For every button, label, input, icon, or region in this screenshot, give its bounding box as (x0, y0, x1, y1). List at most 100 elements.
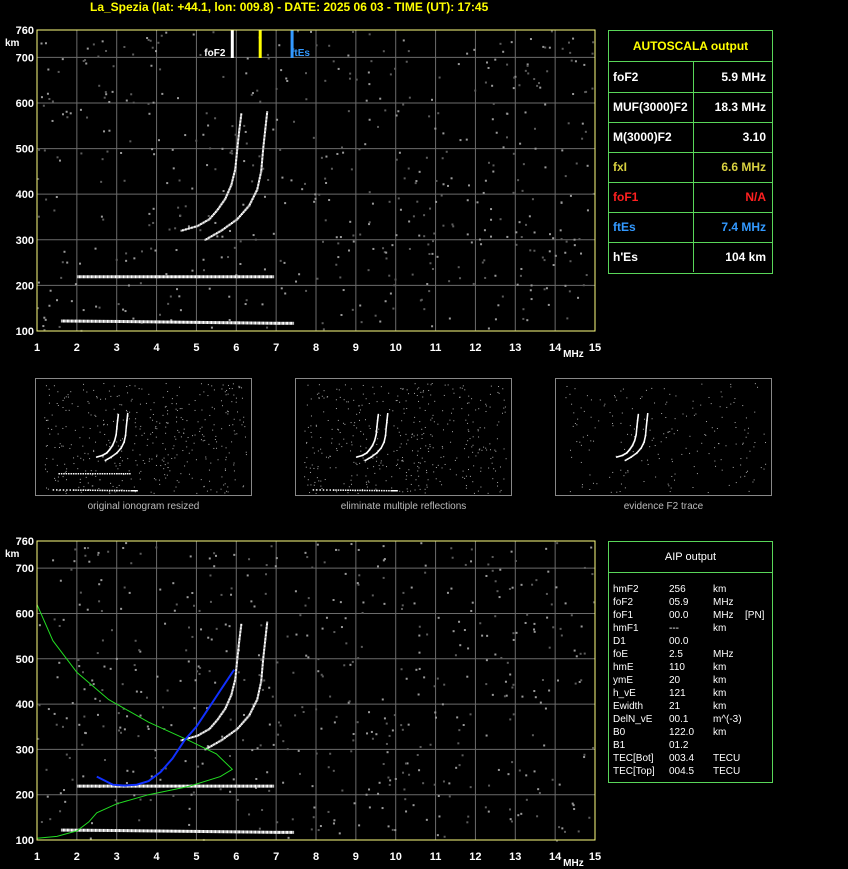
thumb-noise-dot (435, 467, 437, 469)
thumb-noise-dot (453, 392, 455, 394)
thumb-noise-dot (106, 424, 108, 426)
thumb-noise-dot (720, 391, 722, 393)
bot-trace-point (244, 784, 247, 788)
bot-noise-dot (140, 690, 143, 693)
bot-trace-point (278, 830, 281, 834)
thumb-noise-dot (590, 416, 592, 418)
bot-trace-point (264, 636, 267, 639)
thumb-trace-point (77, 473, 80, 475)
thumb-noise-dot (465, 419, 467, 421)
thumb-noise-dot (667, 483, 669, 485)
bot-noise-dot (385, 742, 388, 745)
thumb-noise-dot (156, 428, 158, 430)
thumb-noise-dot (108, 491, 110, 493)
bot-trace-point (237, 650, 240, 653)
thumb-noise-dot (202, 440, 204, 442)
thumb-noise-dot (62, 427, 64, 429)
bot-trace-point (62, 828, 65, 832)
bot-trace-point (88, 784, 91, 788)
bot-noise-dot (295, 633, 298, 636)
thumb-noise-dot (55, 479, 57, 481)
thumb-noise-dot (204, 419, 206, 421)
thumb-noise-dot (387, 453, 389, 455)
thumb-noise-dot (424, 409, 426, 411)
thumb-noise-dot (186, 420, 188, 422)
thumb-noise-dot (321, 487, 323, 489)
thumb-noise-dot (128, 418, 130, 420)
thumb-noise-dot (733, 401, 735, 403)
bot-trace-point (236, 657, 239, 660)
bot-noise-dot (387, 776, 390, 779)
thumb-noise-dot (62, 476, 64, 478)
bot-trace-point (242, 830, 245, 834)
thumb-noise-dot (231, 388, 233, 390)
thumb-noise-dot (336, 450, 338, 452)
bot-trace-point (238, 830, 241, 834)
bot-noise-dot (304, 604, 307, 607)
bot-noise-dot (286, 635, 289, 638)
thumb-noise-dot (62, 445, 64, 447)
thumb-noise-dot (449, 419, 451, 421)
thumb-noise-dot (379, 414, 381, 416)
thumb-noise-dot (740, 458, 742, 460)
thumb-noise-dot (418, 462, 420, 464)
bot-noise-dot (282, 740, 285, 743)
bot-noise-dot (145, 696, 148, 699)
thumb-noise-dot (331, 428, 333, 430)
thumb-trace-point (84, 473, 87, 475)
thumb-noise-dot (424, 488, 426, 490)
thumb-noise-dot (502, 388, 504, 390)
thumb-noise-dot (489, 443, 491, 445)
bot-ytick-300: 300 (16, 744, 34, 756)
thumb-noise-dot (496, 424, 498, 426)
bot-noise-dot (100, 579, 103, 582)
thumb-noise-dot (649, 446, 651, 448)
bot-noise-dot (268, 723, 271, 726)
aip-unit: km (713, 701, 727, 712)
thumb-trace-point (342, 489, 344, 491)
bot-noise-dot (248, 558, 251, 561)
thumb-noise-dot (375, 488, 377, 490)
thumb-noise-dot (701, 442, 703, 444)
bot-trace-point (226, 784, 229, 788)
thumb-noise-dot (399, 446, 401, 448)
bot-trace-point (238, 639, 241, 642)
bot-noise-dot (265, 564, 268, 567)
bot-noise-dot (561, 827, 564, 830)
bot-ytick-760: 760 (16, 536, 34, 548)
bot-noise-dot (479, 622, 482, 625)
thumb-noise-dot (616, 399, 618, 401)
bot-noise-dot (525, 774, 528, 777)
aip-row-hme: hmE 110 km (613, 661, 770, 674)
bot-noise-dot (228, 754, 231, 757)
bot-trace-point (206, 784, 209, 788)
thumb-noise-dot (225, 459, 227, 461)
bot-trace-point (214, 830, 217, 834)
thumb-noise-dot (423, 432, 425, 434)
bot-noise-dot (193, 707, 196, 710)
thumb-noise-dot (365, 475, 367, 477)
thumb-noise-dot (742, 443, 744, 445)
bot-trace-point (92, 784, 95, 788)
thumb-noise-dot (51, 414, 53, 416)
thumb-noise-dot (376, 401, 378, 403)
thumb-noise-dot (239, 419, 241, 421)
bot-trace-point (196, 829, 199, 833)
thumb-noise-dot (407, 490, 409, 492)
bot-trace-point (104, 828, 107, 832)
thumb-noise-dot (112, 420, 114, 422)
thumb-noise-dot (67, 396, 69, 398)
bot-trace-point (235, 665, 238, 668)
thumb-noise-dot (629, 425, 631, 427)
aip-value: 121 (669, 688, 686, 699)
thumb-noise-dot (338, 443, 340, 445)
bot-noise-dot (257, 654, 260, 657)
thumb-noise-dot (178, 431, 180, 433)
thumb-noise-dot (96, 396, 98, 398)
bot-noise-dot (462, 724, 465, 727)
thumb-noise-dot (148, 393, 150, 395)
thumb-noise-dot (472, 451, 474, 453)
bot-trace-point (270, 830, 273, 834)
thumb-noise-dot (163, 460, 165, 462)
thumb-noise-dot (468, 414, 470, 416)
